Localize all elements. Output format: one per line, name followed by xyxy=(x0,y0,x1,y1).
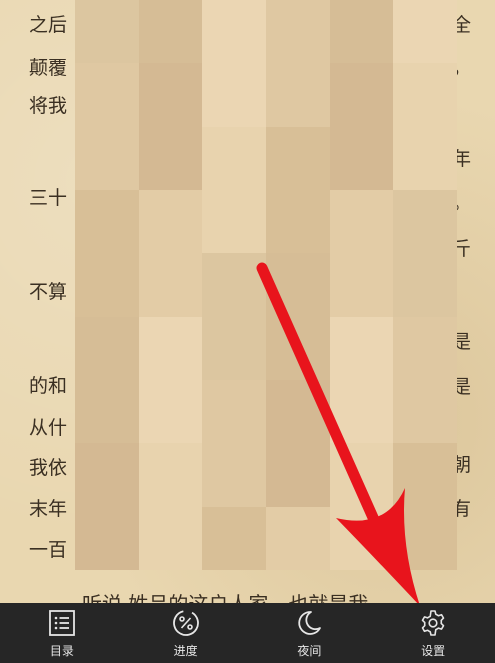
moon-icon xyxy=(298,610,322,635)
settings-button[interactable]: 设置 xyxy=(378,603,488,663)
text-line-partial: 听说 姓吕的这户人家，也就是我 xyxy=(82,588,368,603)
mosaic-tile xyxy=(75,506,139,570)
mosaic-tile xyxy=(75,63,139,127)
mosaic-tile xyxy=(329,379,394,444)
mosaic-tile xyxy=(393,316,457,380)
night-mode-button[interactable]: 夜间 xyxy=(254,603,364,663)
catalog-label: 目录 xyxy=(49,643,74,658)
text-fragment-left: 将我 xyxy=(29,95,68,117)
gear-icon xyxy=(421,609,445,636)
bottom-toolbar: 目录 进度 夜间 设置 xyxy=(0,603,495,663)
mosaic-tile xyxy=(266,443,330,507)
mosaic-tile xyxy=(202,443,266,507)
text-fragment-left: 末年 xyxy=(29,498,68,520)
mosaic-tile xyxy=(329,0,394,64)
mosaic-tile xyxy=(266,379,330,444)
list-icon xyxy=(48,609,75,636)
mosaic-tile xyxy=(266,126,330,190)
mosaic-tile xyxy=(393,189,457,254)
text-fragment-left: 之后 xyxy=(29,14,68,36)
text-fragment-left: 从什 xyxy=(29,417,68,439)
mosaic-tile xyxy=(138,63,203,127)
mosaic-tile xyxy=(329,126,394,190)
text-fragment-left: 我依 xyxy=(29,457,68,479)
mosaic-tile xyxy=(202,126,266,190)
mosaic-tile xyxy=(393,126,457,190)
night-label: 夜间 xyxy=(297,643,322,658)
mosaic-tile xyxy=(329,316,394,380)
mosaic-tile xyxy=(202,63,266,127)
mosaic-tile xyxy=(138,443,203,507)
mosaic-tile xyxy=(329,253,394,317)
mosaic-tile xyxy=(75,0,139,64)
mosaic-tile xyxy=(266,253,330,317)
catalog-button[interactable]: 目录 xyxy=(7,603,117,663)
pixelated-text-area xyxy=(75,0,457,570)
mosaic-tile xyxy=(202,379,266,444)
mosaic-tile xyxy=(266,0,330,64)
mosaic-tile xyxy=(138,506,203,570)
mosaic-tile xyxy=(266,63,330,127)
text-fragment-left: 不算 xyxy=(29,281,68,303)
mosaic-tile xyxy=(75,316,139,380)
mosaic-tile xyxy=(75,379,139,444)
mosaic-tile xyxy=(75,253,139,317)
mosaic-tile xyxy=(393,506,457,570)
settings-label: 设置 xyxy=(421,643,446,658)
progress-label: 进度 xyxy=(173,643,198,658)
mosaic-tile xyxy=(75,126,139,190)
mosaic-tile xyxy=(202,316,266,380)
text-fragment-left: 的和 xyxy=(29,375,68,397)
mosaic-tile xyxy=(266,189,330,254)
mosaic-tile xyxy=(202,189,266,254)
mosaic-tile xyxy=(138,379,203,444)
mosaic-tile xyxy=(202,0,266,64)
text-fragment-left: 三十 xyxy=(29,187,68,209)
progress-button[interactable]: 进度 xyxy=(131,603,241,663)
mosaic-tile xyxy=(393,0,457,64)
mosaic-tile xyxy=(75,443,139,507)
mosaic-tile xyxy=(138,0,203,64)
text-fragment-left: 颠覆 xyxy=(29,57,68,79)
mosaic-tile xyxy=(329,506,394,570)
mosaic-tile xyxy=(329,63,394,127)
mosaic-tile xyxy=(138,189,203,254)
mosaic-tile xyxy=(138,126,203,190)
mosaic-tile xyxy=(393,253,457,317)
mosaic-tile xyxy=(329,189,394,254)
percent-icon xyxy=(172,609,199,636)
mosaic-tile xyxy=(266,316,330,380)
mosaic-tile xyxy=(138,316,203,380)
mosaic-tile xyxy=(202,253,266,317)
mosaic-tile xyxy=(393,379,457,444)
text-fragment-left: 一百 xyxy=(29,539,68,561)
mosaic-tile xyxy=(138,253,203,317)
mosaic-tile xyxy=(393,443,457,507)
mosaic-tile xyxy=(266,506,330,570)
mosaic-tile xyxy=(75,189,139,254)
mosaic-tile xyxy=(393,63,457,127)
mosaic-tile xyxy=(329,443,394,507)
reading-page[interactable]: 之后 颠覆 将我 三十 不算 的和 从什 我依 末年 一百 全 ， 年 。 斤 … xyxy=(0,0,495,603)
mosaic-tile xyxy=(202,506,266,570)
